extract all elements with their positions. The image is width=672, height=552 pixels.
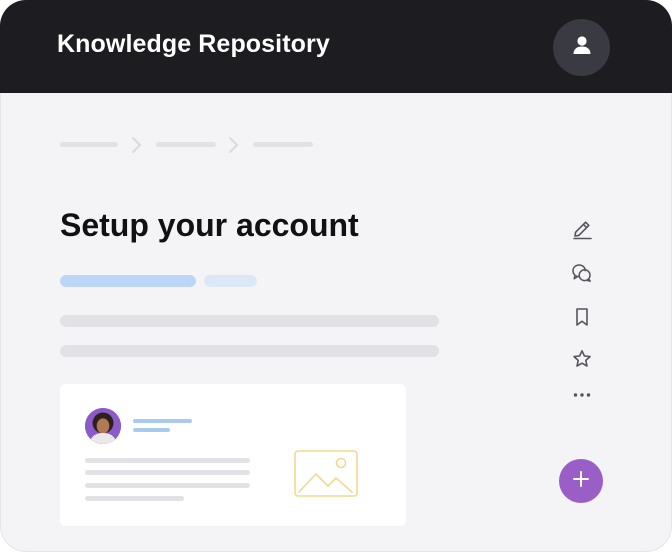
card-text-line-placeholder [85, 470, 250, 475]
user-icon [571, 34, 593, 61]
plus-icon [572, 470, 590, 493]
text-line-placeholder [60, 315, 439, 327]
card-text-line-placeholder [85, 458, 250, 463]
author-meta-placeholder [133, 428, 170, 432]
tag-placeholder[interactable] [204, 275, 257, 287]
author-name-placeholder [133, 419, 192, 423]
chevron-right-icon [227, 135, 241, 160]
star-icon[interactable] [570, 347, 594, 371]
chevron-right-icon [130, 135, 144, 160]
top-bar: Knowledge Repository [0, 0, 672, 93]
app-title: Knowledge Repository [57, 30, 330, 58]
add-button[interactable] [559, 459, 603, 503]
avatar [85, 408, 121, 444]
card-text-line-placeholder [85, 483, 250, 488]
app-window: Knowledge Repository Setup your account [0, 0, 672, 552]
content-card[interactable] [60, 384, 406, 526]
text-line-placeholder [60, 345, 439, 357]
breadcrumb-item-placeholder[interactable] [253, 142, 313, 147]
image-placeholder-icon [294, 450, 360, 505]
profile-button[interactable] [553, 19, 610, 76]
breadcrumb-item-placeholder[interactable] [60, 142, 118, 147]
pencil-icon[interactable] [570, 217, 594, 241]
tag-placeholder[interactable] [60, 275, 196, 287]
card-text-line-placeholder [85, 496, 184, 501]
breadcrumb-item-placeholder[interactable] [156, 142, 216, 147]
more-horizontal-icon[interactable] [570, 383, 594, 407]
bookmark-icon[interactable] [570, 305, 594, 329]
chat-bubble-icon[interactable] [570, 261, 594, 285]
page-title: Setup your account [60, 207, 359, 243]
breadcrumb [60, 133, 330, 155]
